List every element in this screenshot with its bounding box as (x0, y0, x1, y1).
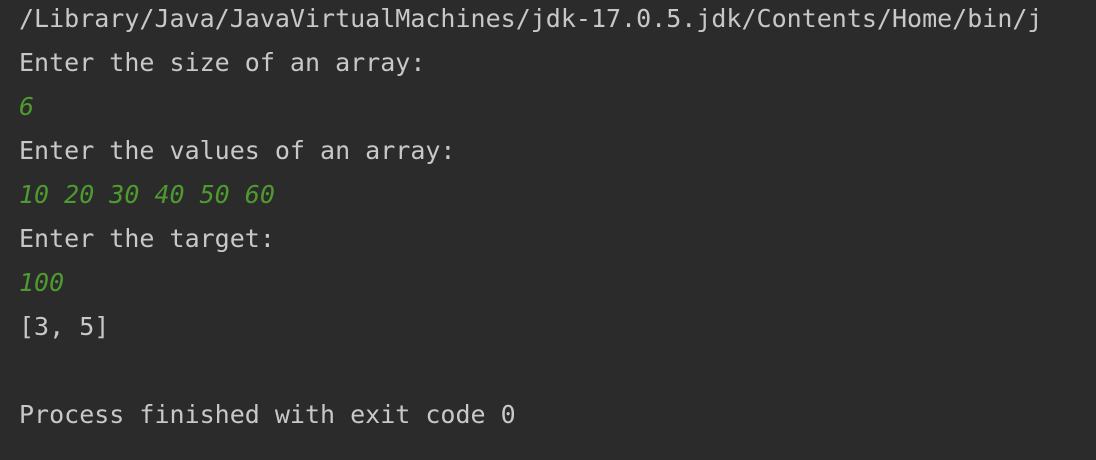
console-output-panel[interactable]: /Library/Java/JavaVirtualMachines/jdk-17… (0, 0, 1096, 460)
prompt-target: Enter the target: (19, 224, 275, 253)
prompt-array-values: Enter the values of an array: (19, 136, 456, 165)
user-input-array-values: 10 20 30 40 50 60 (19, 180, 275, 209)
command-path-line: /Library/Java/JavaVirtualMachines/jdk-17… (19, 4, 1043, 33)
user-input-target: 100 (19, 268, 65, 297)
prompt-array-size: Enter the size of an array: (19, 48, 426, 77)
user-input-array-size: 6 (19, 92, 35, 121)
exit-status-message: Process finished with exit code 0 (19, 400, 516, 429)
result-output: [3, 5] (19, 312, 110, 341)
